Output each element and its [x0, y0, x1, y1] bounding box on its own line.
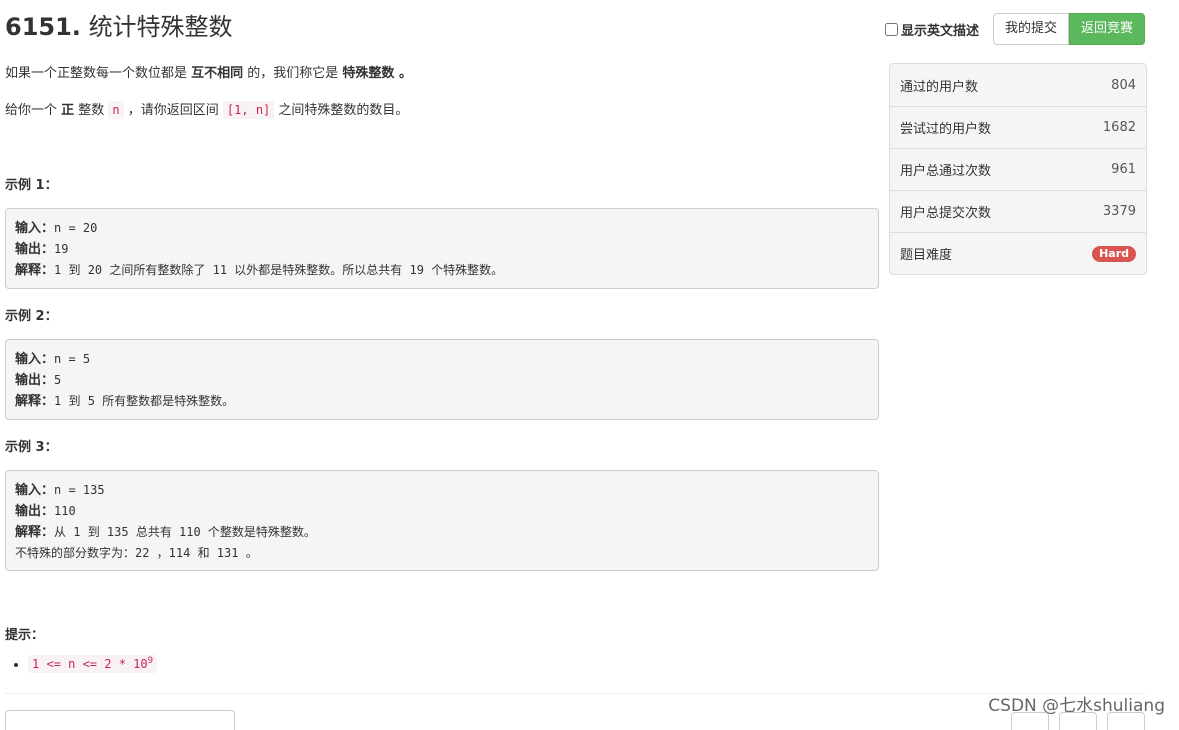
- stat-label: 尝试过的用户数: [900, 122, 992, 137]
- english-description-toggle[interactable]: 显示英文描述: [884, 20, 979, 39]
- output-value: 110: [54, 504, 76, 518]
- input-value: n = 5: [54, 352, 91, 366]
- input-value: n = 135: [54, 483, 105, 497]
- inline-code-range: [1, n]: [222, 101, 275, 119]
- description-paragraph-2: 给你一个 正 整数 n ，请你返回区间 [1, n] 之间特殊整数的数目。: [5, 98, 408, 123]
- description-paragraph-1: 如果一个正整数每一个数位都是 互不相同 的，我们称它是 特殊整数 。: [5, 62, 412, 86]
- stat-row-accepted-users: 通过的用户数 804: [890, 64, 1146, 106]
- desc-text: 整数: [74, 103, 109, 118]
- output-value: 19: [54, 242, 69, 256]
- stat-label: 题目难度: [900, 248, 953, 263]
- example-3-title: 示例 3：: [5, 440, 58, 455]
- hint-base: 1 <= n <= 2 * 10: [32, 657, 148, 671]
- stat-value: 804: [1111, 77, 1136, 93]
- stat-value: 1682: [1102, 120, 1136, 135]
- stat-label: 用户总通过次数: [900, 164, 992, 179]
- problem-number: 6151.: [5, 13, 81, 41]
- explain-label: 解释：: [15, 525, 55, 540]
- desc-bold: 特殊整数: [342, 66, 395, 81]
- editor-tool-button[interactable]: [1059, 712, 1097, 730]
- desc-text: 如果一个正整数每一个数位都是: [5, 66, 192, 81]
- explain-value: 1 到 20 之间所有整数除了 11 以外都是特殊整数。所以总共有 19 个特殊…: [54, 263, 504, 277]
- desc-text: 。: [394, 66, 412, 81]
- example-1-title: 示例 1：: [5, 178, 58, 193]
- output-label: 输出：: [15, 242, 55, 257]
- example-2-block: 输入：n = 5 输出：5 解释：1 到 5 所有整数都是特殊整数。: [5, 339, 879, 420]
- explain-value: 从 1 到 135 总共有 110 个整数是特殊整数。: [54, 525, 316, 539]
- problem-title: 6151. 统计特殊整数: [5, 10, 233, 44]
- desc-text: 之间特殊整数的数目。: [274, 103, 409, 118]
- stats-panel: 通过的用户数 804 尝试过的用户数 1682 用户总通过次数 961 用户总提…: [889, 63, 1147, 275]
- explain-label: 解释：: [15, 394, 55, 409]
- output-value: 5: [54, 373, 62, 387]
- my-submissions-button[interactable]: 我的提交: [992, 13, 1069, 45]
- stat-label: 用户总提交次数: [900, 206, 992, 221]
- desc-bold: 互不相同: [191, 66, 244, 81]
- language-select[interactable]: [5, 710, 235, 730]
- example-2-title: 示例 2：: [5, 309, 58, 324]
- stat-row-total-submissions: 用户总提交次数 3379: [890, 190, 1146, 232]
- explain-label: 解释：: [15, 263, 55, 278]
- problem-name: 统计特殊整数: [88, 13, 233, 41]
- section-divider: [5, 693, 1145, 694]
- english-description-checkbox[interactable]: [884, 22, 898, 36]
- desc-text: 的，我们称它是: [243, 66, 343, 81]
- stat-row-difficulty: 题目难度 Hard: [890, 232, 1146, 274]
- example-3-block: 输入：n = 135 输出：110 解释：从 1 到 135 总共有 110 个…: [5, 470, 879, 571]
- topbar: 显示英文描述 我的提交 返回竞赛: [884, 13, 1145, 45]
- hints-list: 1 <= n <= 2 * 109: [28, 655, 158, 673]
- difficulty-badge: Hard: [1092, 245, 1136, 262]
- input-label: 输入：: [15, 483, 55, 498]
- desc-bold: 正: [61, 103, 75, 118]
- english-description-label: 显示英文描述: [900, 23, 979, 39]
- editor-tool-button[interactable]: [1107, 712, 1145, 730]
- inline-code-n: n: [108, 101, 124, 119]
- example-1-block: 输入：n = 20 输出：19 解释：1 到 20 之间所有整数除了 11 以外…: [5, 208, 879, 289]
- output-label: 输出：: [15, 373, 55, 388]
- input-label: 输入：: [15, 221, 55, 236]
- explain-extra: 不特殊的部分数字为：22 ，114 和 131 。: [15, 546, 258, 560]
- stat-label: 通过的用户数: [900, 79, 979, 95]
- hints-title: 提示：: [5, 628, 45, 643]
- input-value: n = 20: [54, 221, 98, 235]
- stat-row-total-accepted: 用户总通过次数 961: [890, 148, 1146, 190]
- output-label: 输出：: [15, 504, 55, 519]
- stat-value: 3379: [1102, 204, 1136, 219]
- back-to-contest-button[interactable]: 返回竞赛: [1068, 13, 1145, 45]
- hint-item: 1 <= n <= 2 * 109: [28, 655, 158, 673]
- desc-text: 给你一个: [5, 103, 62, 118]
- desc-text: ，请你返回区间: [123, 103, 223, 118]
- stat-value: 961: [1111, 162, 1136, 177]
- stat-row-attempted-users: 尝试过的用户数 1682: [890, 106, 1146, 148]
- hint-constraint: 1 <= n <= 2 * 109: [28, 655, 158, 673]
- input-label: 输入：: [15, 352, 55, 367]
- hint-exponent: 9: [147, 656, 154, 666]
- explain-value: 1 到 5 所有整数都是特殊整数。: [54, 394, 235, 408]
- editor-tool-button[interactable]: [1011, 712, 1049, 730]
